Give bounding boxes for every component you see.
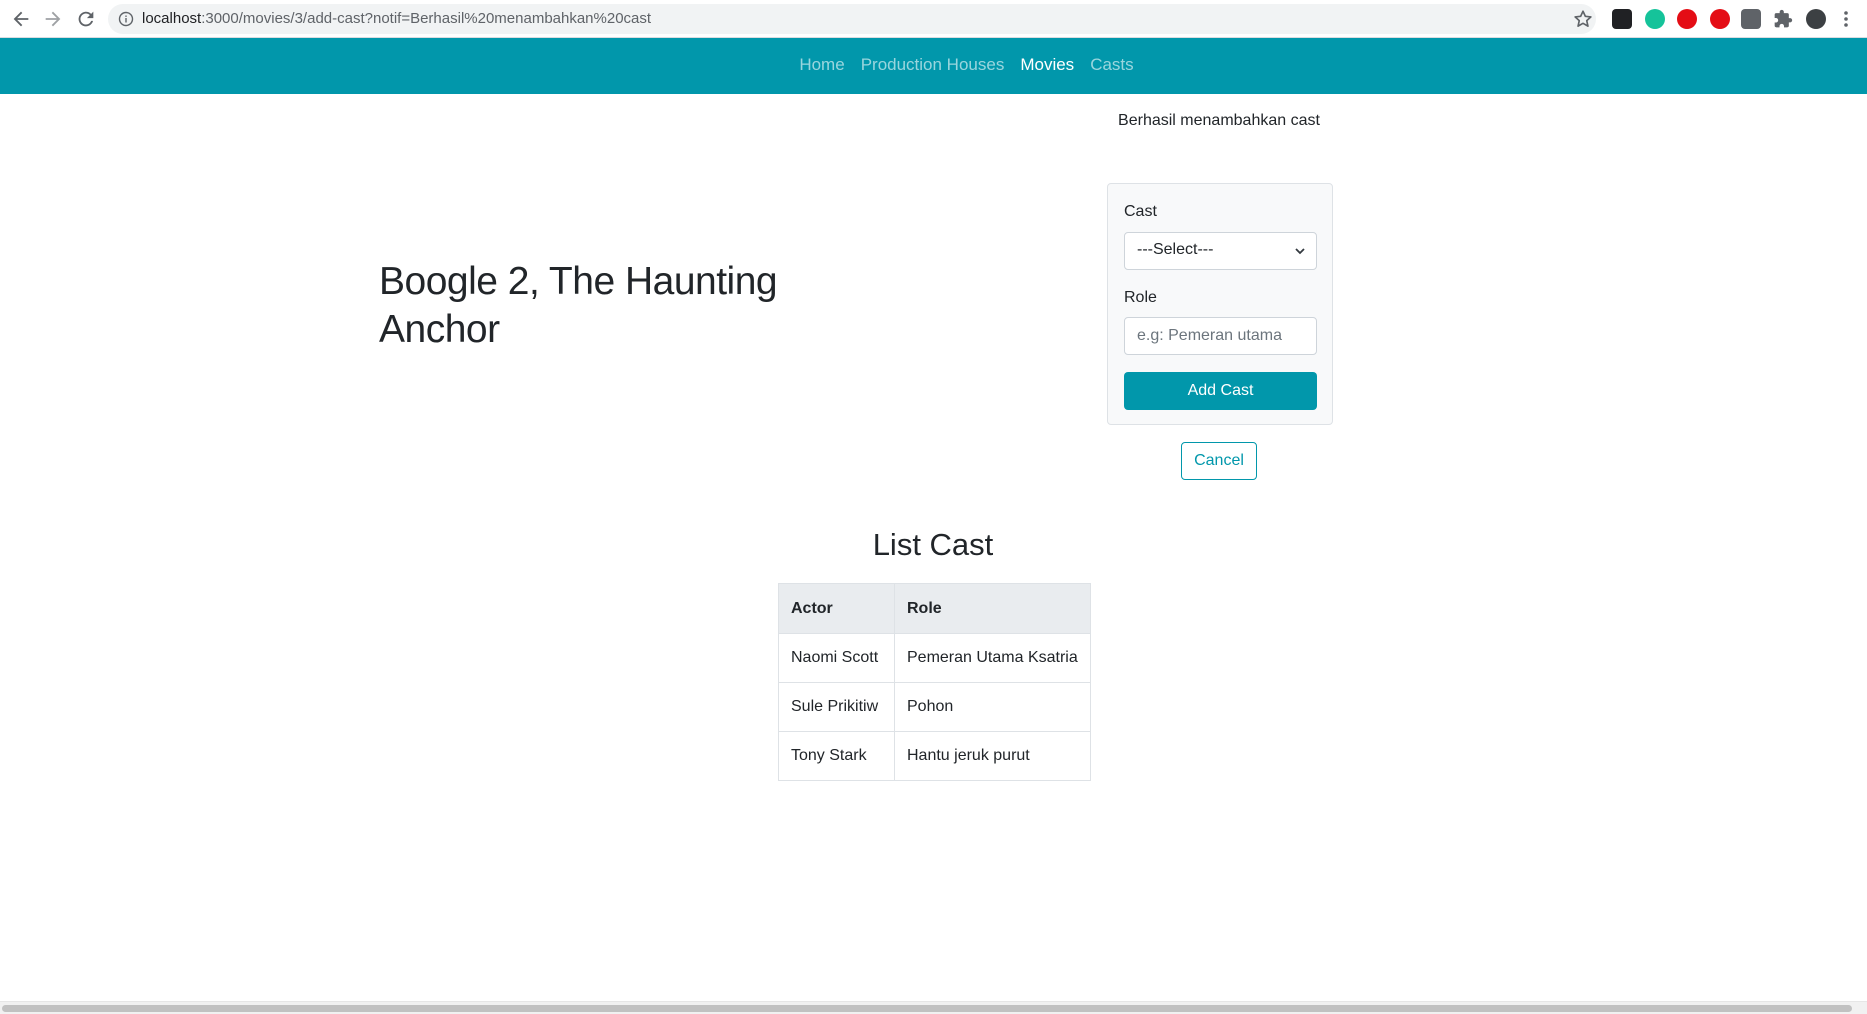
grammarly-extension-icon[interactable] bbox=[1645, 9, 1665, 29]
table-header-row: Actor Role bbox=[778, 583, 1091, 634]
url-text[interactable]: localhost:3000/movies/3/add-cast?notif=B… bbox=[142, 10, 651, 27]
nav-casts-link[interactable]: Casts bbox=[1090, 55, 1133, 75]
actor-cell: Sule Prikitiw bbox=[778, 682, 895, 732]
cast-table: Actor Role Naomi Scott Pemeran Utama Ksa… bbox=[778, 583, 1091, 781]
reload-icon[interactable] bbox=[75, 8, 97, 30]
nav-links: Home Production Houses Movies Casts bbox=[0, 55, 1867, 75]
box-extension-icon[interactable] bbox=[1741, 9, 1761, 29]
address-bar[interactable]: localhost:3000/movies/3/add-cast?notif=B… bbox=[108, 4, 1596, 34]
movie-title: Boogle 2, The Haunting Anchor bbox=[379, 260, 778, 351]
notification-message: Berhasil menambahkan cast bbox=[1118, 112, 1320, 129]
browser-toolbar: localhost:3000/movies/3/add-cast?notif=B… bbox=[0, 0, 1867, 38]
role-cell: Pemeran Utama Ksatria bbox=[894, 633, 1091, 683]
url-path: :3000/movies/3/add-cast?notif=Berhasil%2… bbox=[201, 10, 652, 27]
info-icon[interactable] bbox=[118, 11, 134, 27]
role-label: Role bbox=[1124, 289, 1157, 306]
main-navbar: Home Production Houses Movies Casts bbox=[0, 38, 1867, 94]
star-icon[interactable] bbox=[1572, 8, 1594, 30]
role-cell: Hantu jeruk purut bbox=[894, 731, 1091, 781]
trello-extension-icon[interactable] bbox=[1612, 9, 1632, 29]
actor-cell: Tony Stark bbox=[778, 731, 895, 781]
back-arrow-icon[interactable] bbox=[10, 8, 32, 30]
profile-avatar-icon[interactable] bbox=[1806, 9, 1826, 29]
menu-dots-icon[interactable] bbox=[1838, 9, 1854, 29]
nav-production-houses-link[interactable]: Production Houses bbox=[861, 55, 1005, 75]
forward-arrow-icon[interactable] bbox=[42, 8, 64, 30]
add-cast-button[interactable]: Add Cast bbox=[1124, 372, 1317, 410]
cast-label: Cast bbox=[1124, 203, 1157, 220]
nav-movies-link[interactable]: Movies bbox=[1020, 55, 1074, 75]
list-cast-title: List Cast bbox=[872, 527, 994, 562]
nav-home-link[interactable]: Home bbox=[799, 55, 844, 75]
scrollbar-thumb[interactable] bbox=[2, 1005, 1852, 1012]
cancel-button[interactable]: Cancel bbox=[1181, 442, 1257, 480]
role-cell: Pohon bbox=[894, 682, 1091, 732]
hand-extension-icon[interactable] bbox=[1710, 9, 1730, 29]
table-row: Tony Stark Hantu jeruk purut bbox=[778, 731, 1091, 781]
adblock-extension-icon[interactable] bbox=[1677, 9, 1697, 29]
url-host: localhost bbox=[142, 10, 202, 27]
cast-select[interactable]: ---Select--- bbox=[1124, 232, 1317, 270]
chevron-down-icon bbox=[1294, 244, 1306, 258]
table-row: Sule Prikitiw Pohon bbox=[778, 682, 1091, 732]
actor-cell: Naomi Scott bbox=[778, 633, 895, 683]
actor-column-header: Actor bbox=[778, 583, 895, 634]
add-cast-form: Cast ---Select--- Role Add Cast bbox=[1107, 183, 1333, 425]
role-column-header: Role bbox=[894, 583, 1091, 634]
horizontal-scrollbar[interactable] bbox=[0, 1001, 1867, 1014]
puzzle-extension-icon[interactable] bbox=[1773, 9, 1793, 29]
cast-select-value: ---Select--- bbox=[1137, 241, 1214, 258]
role-input[interactable] bbox=[1124, 317, 1317, 355]
table-row: Naomi Scott Pemeran Utama Ksatria bbox=[778, 633, 1091, 683]
